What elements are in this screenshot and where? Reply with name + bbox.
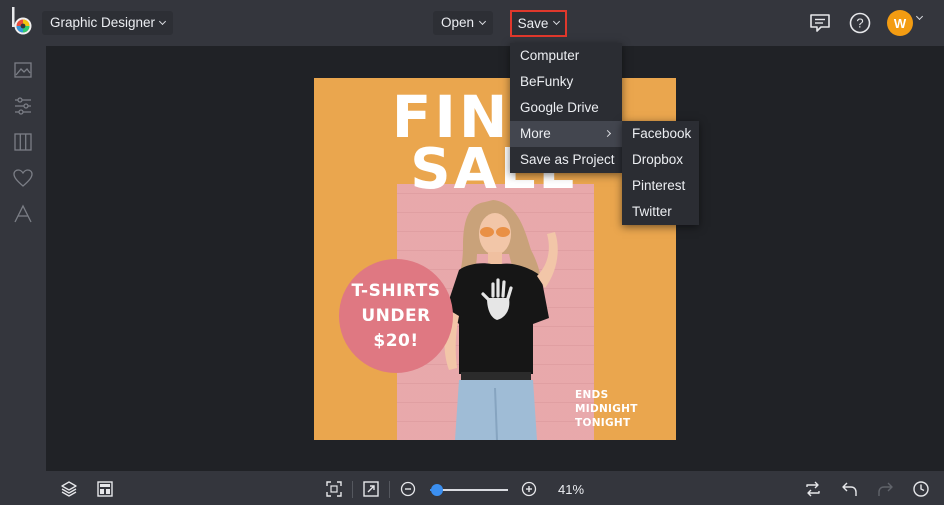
avatar-initial: W (893, 15, 907, 31)
open-label: Open (441, 15, 475, 30)
ends-line3: TONIGHT (575, 417, 631, 429)
zoom-in-icon[interactable] (520, 480, 538, 498)
menu-item-google-drive[interactable]: Google Drive (510, 95, 622, 121)
chevron-right-icon (603, 129, 612, 138)
svg-text:?: ? (856, 16, 863, 31)
app-window: Graphic Designer Open Save ? W FINAL SAL… (0, 0, 944, 505)
menu-item-computer[interactable]: Computer (510, 43, 622, 69)
save-menu: Computer BeFunky Google Drive More Save … (510, 43, 622, 173)
menu-item-more-label: More (520, 126, 551, 141)
sliders-icon[interactable] (12, 95, 34, 117)
divider (352, 481, 353, 498)
undo-icon[interactable] (841, 480, 859, 498)
menu-item-save-as-project[interactable]: Save as Project (510, 147, 622, 173)
text-icon[interactable] (12, 203, 34, 225)
help-icon[interactable]: ? (848, 11, 872, 35)
layout-columns-icon[interactable] (12, 131, 34, 153)
badge-line1: T-SHIRTS (351, 280, 441, 301)
submenu-item-pinterest[interactable]: Pinterest (622, 173, 699, 199)
zoom-slider-handle[interactable] (431, 484, 443, 496)
mode-dropdown[interactable]: Graphic Designer (42, 11, 174, 35)
bottom-bar-left (0, 471, 46, 505)
zoom-value: 41% (558, 482, 585, 497)
left-sidebar (0, 46, 46, 471)
ends-text[interactable]: ENDS MIDNIGHT TONIGHT (575, 388, 638, 430)
comment-icon[interactable] (808, 11, 832, 35)
mode-label: Graphic Designer (50, 15, 156, 30)
heart-icon[interactable] (12, 167, 34, 189)
menu-item-befunky[interactable]: BeFunky (510, 69, 622, 95)
avatar[interactable]: W (887, 10, 913, 36)
submenu-item-dropbox[interactable]: Dropbox (622, 147, 699, 173)
open-button[interactable]: Open (433, 11, 494, 35)
template-icon[interactable] (96, 480, 114, 498)
submenu-item-facebook[interactable]: Facebook (622, 121, 699, 147)
top-bar: Graphic Designer Open Save ? W (0, 0, 944, 46)
divider (389, 481, 390, 498)
redo-icon (878, 482, 893, 496)
zoom-out-icon[interactable] (399, 480, 417, 498)
save-button[interactable]: Save (510, 10, 567, 37)
befunky-logo[interactable] (9, 6, 37, 38)
flip-icon[interactable] (804, 480, 822, 498)
badge-line3: $20! (373, 330, 419, 351)
chevron-down-icon (159, 17, 167, 25)
chevron-down-icon (478, 17, 487, 25)
chevron-down-icon (553, 17, 561, 26)
chevron-down-icon[interactable] (915, 12, 924, 21)
menu-item-more[interactable]: More (510, 121, 622, 147)
history-icon[interactable] (912, 480, 930, 498)
fit-to-screen-icon[interactable] (325, 480, 343, 498)
actual-size-icon[interactable] (362, 480, 380, 498)
ends-line1: ENDS (575, 389, 609, 401)
price-badge[interactable]: T-SHIRTS UNDER $20! (339, 259, 453, 373)
submenu-item-twitter[interactable]: Twitter (622, 199, 699, 225)
save-label: Save (517, 16, 549, 31)
badge-line2: UNDER (361, 305, 431, 326)
layers-icon[interactable] (60, 480, 78, 498)
image-icon[interactable] (12, 59, 34, 81)
more-submenu: Facebook Dropbox Pinterest Twitter (622, 121, 699, 225)
ends-line2: MIDNIGHT (575, 403, 638, 415)
